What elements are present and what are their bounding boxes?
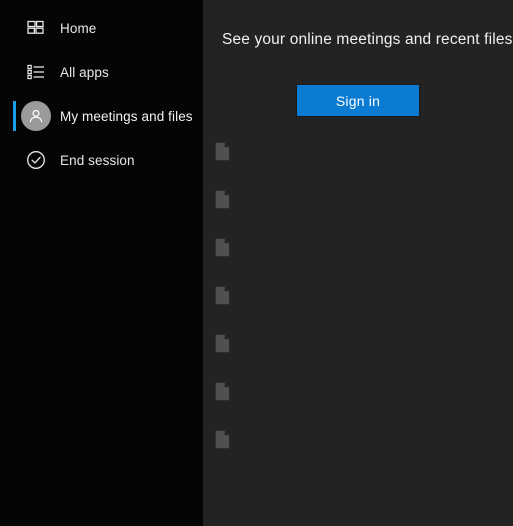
list-item[interactable] [203, 331, 513, 379]
sidebar-item-all-apps[interactable]: All apps [0, 50, 203, 94]
page-title: See your online meetings and recent file… [222, 31, 513, 48]
sidebar-item-end-session[interactable]: End session [0, 138, 203, 182]
list-item[interactable] [203, 187, 513, 235]
document-icon [215, 430, 230, 449]
sidebar: Home All apps My meetings and files End … [0, 0, 203, 526]
list-item[interactable] [203, 427, 513, 475]
sign-in-button[interactable]: Sign in [296, 84, 420, 117]
sidebar-item-label: Home [60, 20, 97, 36]
sidebar-item-label: All apps [60, 64, 109, 80]
document-icon [215, 190, 230, 209]
document-icon [215, 142, 230, 161]
check-circle-icon [14, 138, 58, 182]
grid-icon [14, 6, 58, 50]
document-icon [215, 286, 230, 305]
list-item[interactable] [203, 139, 513, 187]
sidebar-item-label: End session [60, 152, 135, 168]
avatar-icon [21, 101, 51, 131]
document-icon [215, 334, 230, 353]
main-content: See your online meetings and recent file… [203, 0, 513, 526]
document-icon [215, 238, 230, 257]
app-window: Home All apps My meetings and files End … [0, 0, 513, 526]
sidebar-item-home[interactable]: Home [0, 6, 203, 50]
list-icon [14, 50, 58, 94]
list-item[interactable] [203, 379, 513, 427]
sidebar-item-my-meetings-and-files[interactable]: My meetings and files [0, 94, 203, 138]
sidebar-item-label: My meetings and files [60, 108, 193, 124]
document-icon [215, 382, 230, 401]
avatar [14, 94, 58, 138]
list-item[interactable] [203, 283, 513, 331]
recent-files-placeholder-list [203, 139, 513, 475]
selection-accent-bar [13, 101, 16, 131]
list-item[interactable] [203, 235, 513, 283]
